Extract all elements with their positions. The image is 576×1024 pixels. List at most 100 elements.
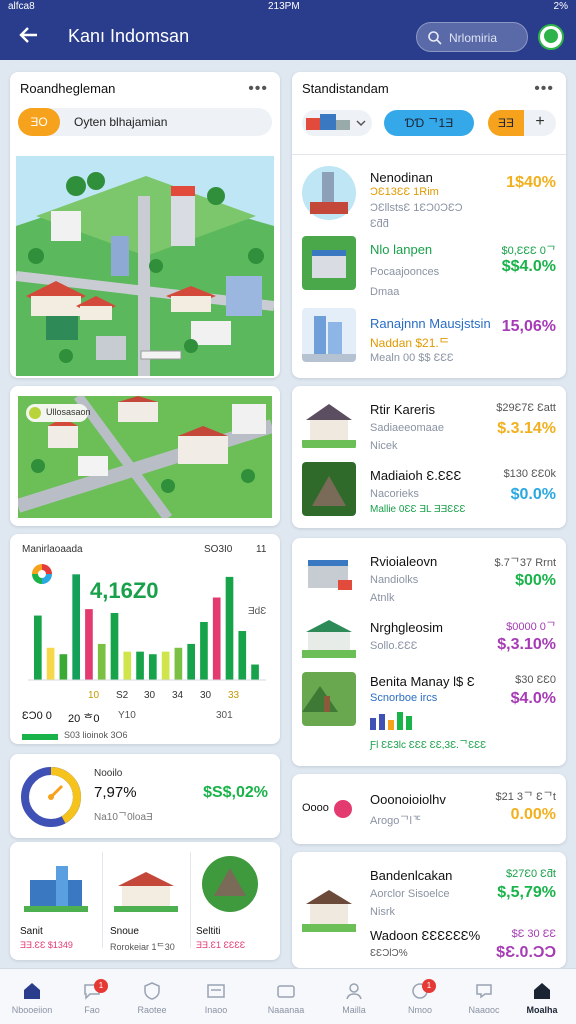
chart-bar[interactable] — [97, 643, 106, 680]
isometric-city-map[interactable] — [16, 156, 274, 376]
nav-item-inbox[interactable]: Inaoo — [184, 969, 248, 1024]
nav-item-wallet[interactable]: Naaanaa — [254, 969, 318, 1024]
item-sub-2: Dmaa — [370, 286, 400, 298]
list-item[interactable]: Benita Manay l$ Ɛ Scnorboe ircs Ƒl ƐƐ3lc… — [292, 672, 566, 760]
tick-label: 30 — [144, 690, 156, 701]
mini-bar-icon — [370, 712, 412, 730]
chart-bar[interactable] — [161, 651, 170, 680]
chart-bar[interactable] — [85, 609, 93, 680]
add-button[interactable]: + — [524, 110, 556, 136]
chart-bar[interactable] — [110, 612, 119, 680]
item-sub-2: Ƒl ƐƐ3lc ƐƐƐ ƐƐ,3Ɛ.ᄀƐƐƐ — [370, 740, 487, 751]
chart-bar[interactable] — [72, 574, 80, 680]
legend-label: S03 lioinok 3O6 — [64, 730, 128, 740]
list-item[interactable]: Rvioialeovn Nandiolks Atnlk $.7ᄀ37 Rrnt … — [292, 548, 566, 608]
item-sub: ƆƐllstsƐ 1ƐƆ0ƆƐƆ — [370, 202, 463, 214]
item-title: Bandenlcakan — [370, 868, 453, 883]
nav-item-profile[interactable]: Mailla — [322, 969, 386, 1024]
bar-chart-card: Manirlaoaada SO3I0 11 4,16Z0 ƎdƐ 10 S2 3… — [10, 534, 280, 744]
nav-label: Mailla — [342, 1005, 366, 1015]
item-title: Ranajnnn Mausjstsin — [370, 316, 491, 331]
warehouse-icon — [302, 610, 356, 664]
nav-item-chat[interactable]: 1 Fao — [60, 969, 124, 1024]
chart-bar[interactable] — [59, 654, 68, 680]
tile-name: Snoue — [110, 926, 139, 937]
nav-item-active-home[interactable]: Moalha — [510, 969, 574, 1024]
item-sub: Naddan $21.ᄃ — [370, 336, 450, 350]
nav-item-messages[interactable]: 1 Nmoo — [388, 969, 452, 1024]
divider — [292, 154, 566, 155]
list-item[interactable]: Madiaioh Ɛ.ƐƐƐ Nacorieks Mallie 0ƐƐ ƎL Ǝ… — [292, 462, 566, 522]
item-title: Madiaioh Ɛ.ƐƐƐ — [370, 468, 462, 483]
toggle-option-a[interactable]: ƎO — [18, 108, 60, 136]
chart-bar[interactable] — [251, 664, 259, 680]
building-icon — [302, 236, 356, 290]
chart-bar[interactable] — [136, 651, 144, 680]
chart-bar[interactable] — [123, 651, 132, 680]
list-item[interactable]: Ranajnnn Mausjstsin Naddan $21.ᄃ Mealn 0… — [292, 308, 566, 372]
item-sub-2: Nicek — [370, 440, 398, 452]
chart-footer-right: 301 — [216, 710, 233, 721]
notification-badge: 1 — [94, 979, 108, 993]
item-label: Oooo — [302, 802, 329, 814]
list-item[interactable]: Wadoon ƐƐƐƐƐƐ% ƐƐƆlƆ% $Ɛ 30 ƐƐ $Ɛ.0.ƆƆ — [292, 924, 566, 964]
nav-item-home[interactable]: Nbooeiion — [0, 969, 64, 1024]
bar-chart[interactable] — [20, 558, 270, 708]
chart-bar[interactable] — [238, 631, 247, 680]
tick-label: 34 — [172, 690, 184, 701]
avatar[interactable] — [538, 24, 564, 50]
house-icon — [114, 872, 178, 912]
tick-label: 30 — [200, 690, 212, 701]
nav-item-feedback[interactable]: Naaɑoc — [452, 969, 516, 1024]
listing-card-5: Bandenlcakan Aorclor Sisoelce Nisrk $27Ɛ… — [292, 852, 566, 968]
search-icon — [428, 31, 442, 45]
mini-tile[interactable]: Snoue Rorokeiar 1ᄃ30 — [106, 846, 190, 954]
gauge-ring — [21, 767, 81, 827]
list-item[interactable]: Nlo lanpen Pocaajoonces Dmaa $0,ƐƐƐ 0ᄀ $… — [292, 236, 566, 300]
list-item[interactable]: Nenodinan ƆƐ13ƐƐ 1Rim ƆƐllstsƐ 1ƐƆ0ƆƐƆ Ɛ… — [292, 164, 566, 230]
chart-bar[interactable] — [187, 643, 195, 680]
tile-name: Sanit — [20, 926, 43, 937]
chart-bar[interactable] — [34, 615, 42, 680]
item-price: 15,06% — [501, 318, 556, 335]
mini-tile[interactable]: Sanit ƎƎ.ƐƐ $1349 — [16, 846, 100, 954]
map-card-top: Roandhegleman ••• ƎO Oyten blhajamian — [10, 72, 280, 378]
listing-card-3: Rvioialeovn Nandiolks Atnlk $.7ᄀ37 Rrnt … — [292, 538, 566, 766]
listing-card-1: Standistandam ••• ƊƊ ᄀ1Ǝ ƎƎ + Nenodinan … — [292, 72, 566, 378]
item-sub-2: Mealn 00 $$ ƐƐƐ — [370, 352, 454, 364]
skyscraper-icon — [302, 308, 356, 362]
page-title: Kanı Indomsan — [68, 26, 190, 46]
item-sub-2: Mallie 0ƐƐ ƎL ƎƎƐƐƐ — [370, 504, 466, 515]
chart-bar[interactable] — [225, 576, 234, 680]
chart-bar[interactable] — [212, 597, 221, 680]
item-price: $,3.10% — [497, 636, 556, 653]
nav-item-shield[interactable]: Raotee — [120, 969, 184, 1024]
toggle-option-b[interactable]: Oyten blhajamian — [74, 115, 167, 129]
nav-label: Naaɑoc — [468, 1005, 500, 1015]
tile-name: Seltiti — [196, 926, 221, 937]
mini-tile[interactable]: Seltiti ƎƎ.Ɛ1 ƐƐƐƐ — [192, 846, 276, 954]
tile-price: ƎƎ.Ɛ1 ƐƐƐƐ — [196, 940, 246, 950]
chart-bar[interactable] — [200, 622, 208, 680]
list-item[interactable]: Nrghgleosim Sollo.ƐƐƐ $0000 0ᄀ $,3.10% — [292, 610, 566, 670]
more-icon[interactable]: ••• — [534, 80, 554, 98]
notification-badge: 1 — [422, 979, 436, 993]
chart-bar[interactable] — [46, 647, 55, 680]
filter-pill-orange[interactable]: ƎƎ — [488, 110, 524, 136]
item-sub: Pocaajoonces — [370, 266, 440, 278]
more-icon[interactable]: ••• — [248, 80, 268, 98]
search-input[interactable]: Nrlomiria — [416, 22, 528, 52]
chart-bar[interactable] — [174, 647, 183, 680]
filter-pill-blue[interactable]: ƊƊ ᄀ1Ǝ — [384, 110, 474, 136]
back-arrow-icon[interactable] — [18, 24, 40, 46]
nav-label: Moalha — [526, 1005, 558, 1015]
item-sub: Arogoᄀlᄀᄃ — [370, 815, 423, 827]
list-item[interactable]: Rtir Kareris Sadiaeeomaae Nicek $29Ɛ7Ɛ Ɛ… — [292, 396, 566, 456]
chart-bar[interactable] — [149, 654, 157, 680]
item-title: Nlo lanpen — [370, 242, 433, 257]
status-bar: alfca8 213PM 2% — [0, 0, 576, 14]
card-title: Roandhegleman — [20, 81, 116, 96]
tick-label: S2 — [116, 690, 129, 701]
heart-icon[interactable] — [334, 800, 352, 818]
list-item[interactable]: Bandenlcakan Aorclor Sisoelce Nisrk $27Ɛ… — [292, 862, 566, 936]
